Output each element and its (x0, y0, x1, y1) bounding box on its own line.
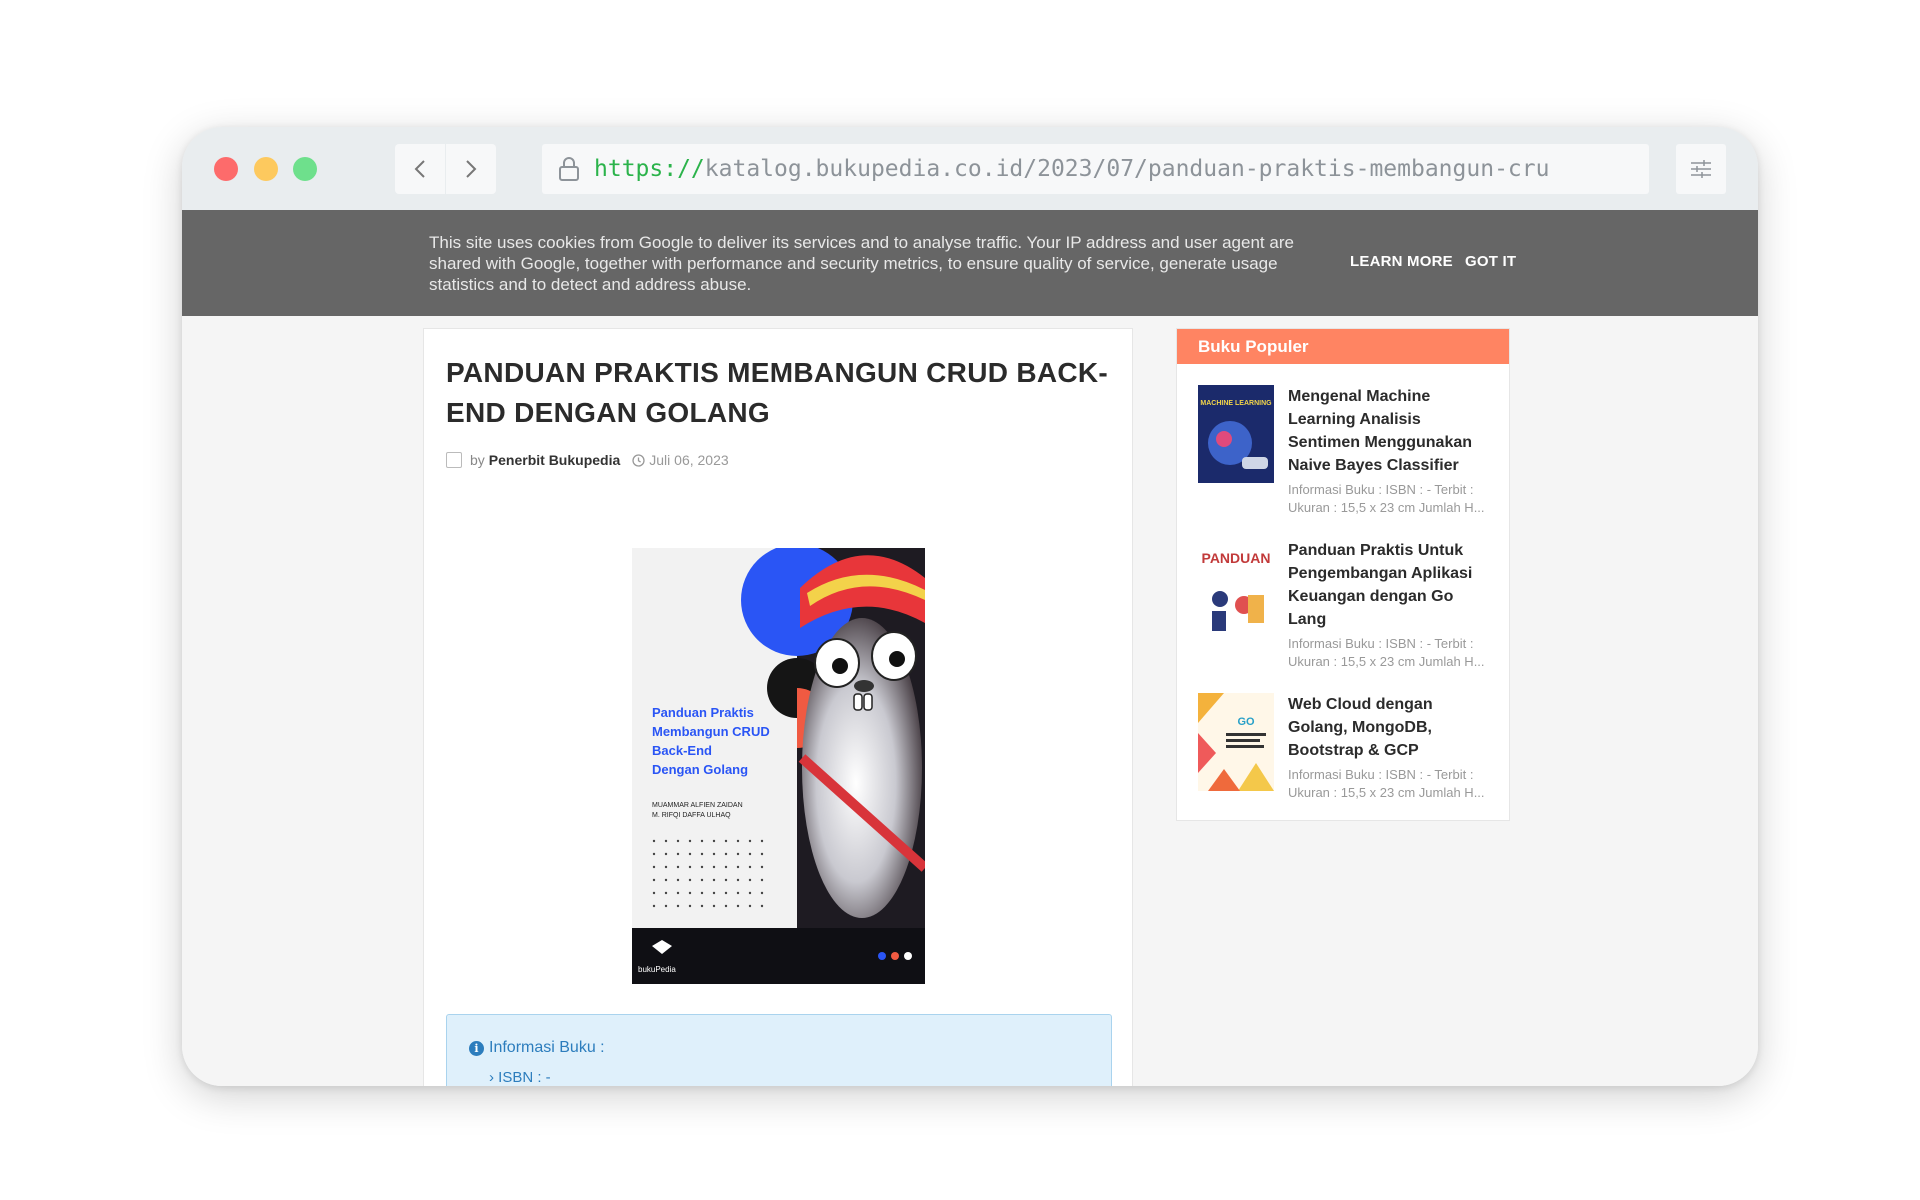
svg-text:MUAMMAR ALFIEN ZAIDAN: MUAMMAR ALFIEN ZAIDAN (652, 802, 743, 809)
book-thumbnail[interactable]: GO (1198, 693, 1274, 791)
lock-icon (552, 152, 586, 186)
maximize-window-button[interactable] (293, 157, 317, 181)
learn-more-link[interactable]: LEARN MORE (1350, 253, 1453, 270)
svg-text:Back-End: Back-End (652, 743, 712, 758)
url-text: https://katalog.bukupedia.co.id/2023/07/… (594, 156, 1549, 182)
close-window-button[interactable] (214, 157, 238, 181)
popular-book-title[interactable]: Web Cloud dengan Golang, MongoDB, Bootst… (1288, 693, 1493, 762)
chevron-left-icon (414, 160, 425, 178)
popular-book-title[interactable]: Panduan Praktis Untuk Pengembangan Aplik… (1288, 539, 1493, 631)
popular-book-title[interactable]: Mengenal Machine Learning Analisis Senti… (1288, 385, 1493, 477)
svg-text:GO: GO (1237, 716, 1255, 728)
info-list-item: › ISBN : - (489, 1069, 551, 1086)
svg-text:Membangun CRUD: Membangun CRUD (652, 724, 770, 739)
post-date: Juli 06, 2023 (649, 452, 729, 468)
forward-button[interactable] (446, 144, 496, 194)
cookie-notice: This site uses cookies from Google to de… (182, 210, 1758, 316)
browser-window: https://katalog.bukupedia.co.id/2023/07/… (182, 127, 1758, 1086)
clock-icon (632, 453, 645, 467)
popular-book-item[interactable]: GO Web Cloud dengan Golang, MongoDB, Boo… (1198, 693, 1498, 803)
back-button[interactable] (395, 144, 445, 194)
svg-text:MACHINE LEARNING: MACHINE LEARNING (1200, 400, 1272, 407)
popular-book-desc: Informasi Buku : ISBN : - Terbit : Ukura… (1288, 482, 1485, 515)
by-label: by (470, 452, 485, 468)
svg-text:Panduan Praktis: Panduan Praktis (652, 705, 754, 720)
popular-book-item[interactable]: MACHINE LEARNING Mengenal Machine Learni… (1198, 385, 1498, 515)
browser-toolbar: https://katalog.bukupedia.co.id/2023/07/… (182, 127, 1758, 210)
info-heading: i Informasi Buku : (469, 1039, 605, 1057)
book-thumbnail[interactable]: PANDUAN (1198, 539, 1274, 637)
address-bar[interactable]: https://katalog.bukupedia.co.id/2023/07/… (542, 144, 1649, 194)
widget-heading: Buku Populer (1177, 329, 1509, 364)
svg-text:Dengan Golang: Dengan Golang (652, 762, 748, 777)
got-it-button[interactable]: GOT IT (1465, 253, 1516, 270)
post-article: PANDUAN PRAKTIS MEMBANGUN CRUD BACK-END … (423, 328, 1133, 1086)
url-protocol: https:// (594, 156, 705, 182)
info-heading-text: Informasi Buku : (489, 1039, 605, 1056)
popular-book-desc: Informasi Buku : ISBN : - Terbit : Ukura… (1288, 636, 1485, 669)
chevron-right-icon (466, 160, 477, 178)
popular-book-desc: Informasi Buku : ISBN : - Terbit : Ukura… (1288, 767, 1485, 800)
book-thumbnail[interactable]: MACHINE LEARNING (1198, 385, 1274, 483)
info-icon: i (469, 1040, 484, 1056)
popular-books-widget: Buku Populer MACHINE LEARNING Mengenal M… (1176, 328, 1510, 821)
post-meta: by Penerbit Bukupedia Juli 06, 2023 (446, 452, 729, 468)
author-avatar (446, 452, 462, 468)
post-title: PANDUAN PRAKTIS MEMBANGUN CRUD BACK-END … (446, 357, 1109, 428)
post-author-link[interactable]: Penerbit Bukupedia (489, 452, 620, 468)
svg-text:bukuPedia: bukuPedia (638, 965, 676, 974)
popular-book-item[interactable]: PANDUAN Panduan Praktis Untuk Pengembang… (1198, 539, 1498, 669)
minimize-window-button[interactable] (254, 157, 278, 181)
book-cover-image: Panduan Praktis Membangun CRUD Back-End … (632, 548, 925, 984)
settings-button[interactable] (1676, 144, 1726, 194)
svg-text:M. RIFQI DAFFA ULHAQ: M. RIFQI DAFFA ULHAQ (652, 812, 731, 819)
url-path: katalog.bukupedia.co.id/2023/07/panduan-… (704, 156, 1550, 182)
sliders-icon (1691, 160, 1711, 178)
book-info-box: i Informasi Buku : › ISBN : - (446, 1014, 1112, 1086)
svg-text:PANDUAN: PANDUAN (1202, 550, 1271, 566)
cookie-message: This site uses cookies from Google to de… (429, 233, 1294, 294)
page-viewport: This site uses cookies from Google to de… (182, 210, 1758, 1086)
